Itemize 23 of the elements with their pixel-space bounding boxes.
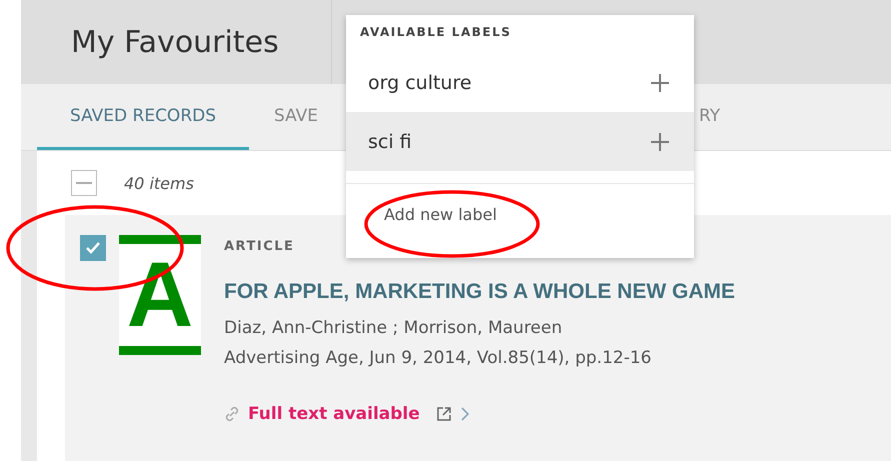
select-all-checkbox[interactable] bbox=[71, 170, 97, 196]
record-checkbox[interactable] bbox=[80, 235, 106, 261]
minus-icon bbox=[76, 182, 92, 184]
tab[interactable]: SAVED RECORDS bbox=[37, 84, 250, 150]
label-option[interactable]: sci fi bbox=[346, 112, 694, 171]
external-link-icon[interactable] bbox=[436, 406, 452, 422]
plus-icon[interactable] bbox=[650, 132, 670, 152]
dropdown-heading: AVAILABLE LABELS bbox=[359, 24, 512, 41]
label-option[interactable]: org culture bbox=[346, 53, 694, 112]
item-count: 40 items bbox=[124, 174, 194, 192]
tab[interactable]: SAVE bbox=[249, 84, 344, 150]
tab[interactable]: RY bbox=[699, 84, 746, 150]
chevron-right-icon[interactable] bbox=[460, 407, 470, 421]
record-type: ARTICLE bbox=[224, 239, 296, 254]
plus-icon[interactable] bbox=[650, 72, 670, 92]
record-source: Advertising Age, Jun 9, 2014, Vol.85(14), pp.12-16 bbox=[224, 348, 652, 368]
add-label-link[interactable]: Add new label bbox=[384, 205, 497, 224]
link-icon bbox=[224, 406, 240, 422]
thumbnail: A bbox=[119, 235, 201, 355]
full-text-link[interactable]: Full text available bbox=[248, 404, 420, 424]
checkmark-icon bbox=[85, 240, 101, 256]
record-title[interactable]: FOR APPLE, MARKETING IS A WHOLE NEW GAME bbox=[224, 280, 735, 304]
record-authors: Diaz, Ann-Christine ; Morrison, Maureen bbox=[224, 318, 564, 338]
